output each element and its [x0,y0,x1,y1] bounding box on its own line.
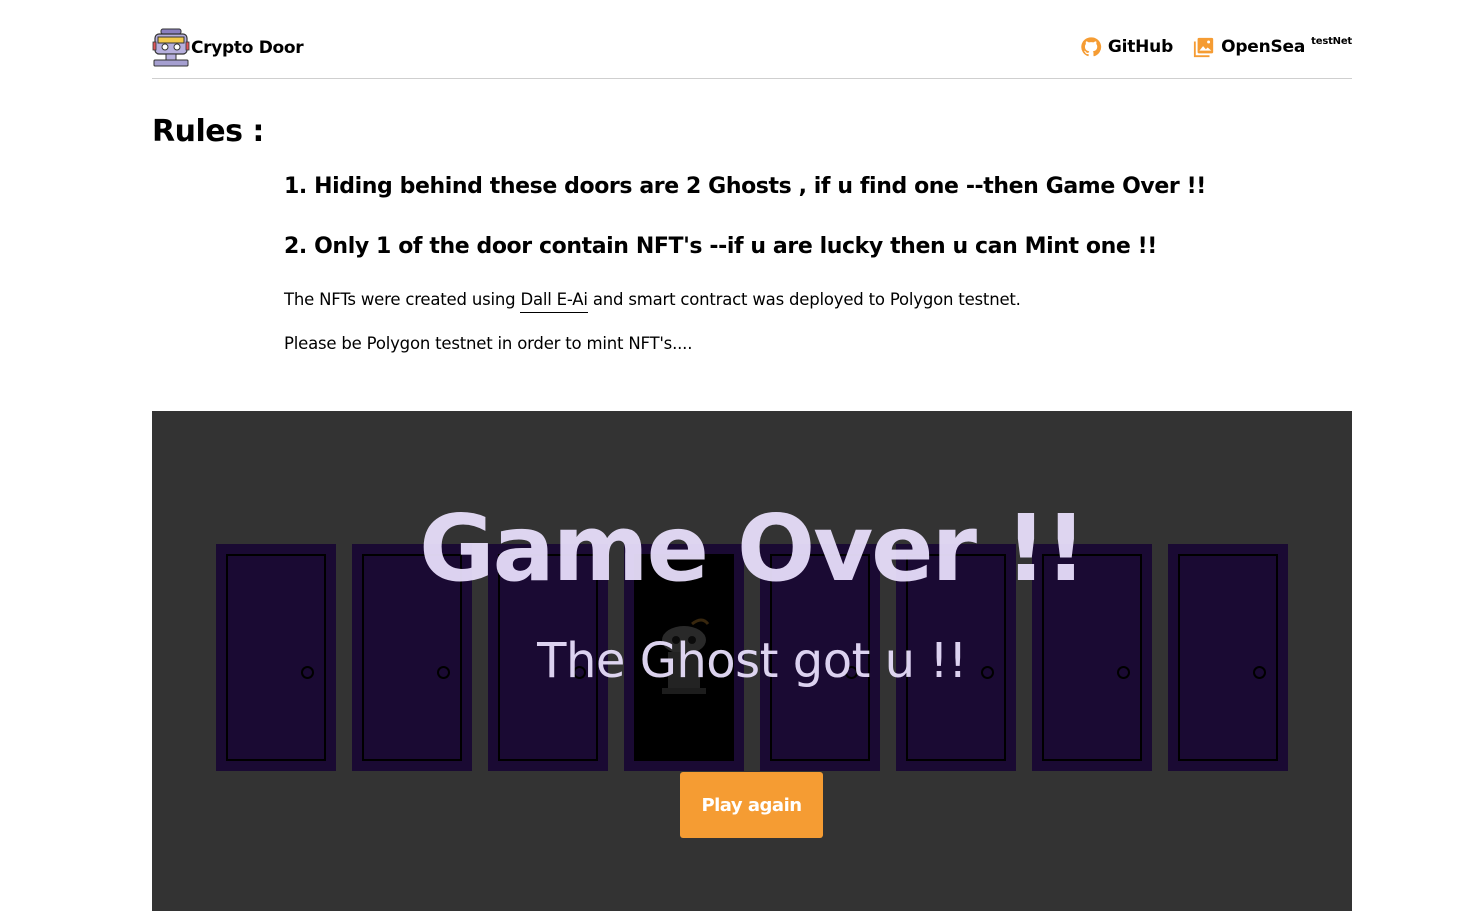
github-icon [1081,37,1102,57]
rule-1: 1. Hiding behind these doors are 2 Ghost… [284,174,1206,199]
robot-logo-icon [152,28,190,67]
nft-info-text: The NFTs were created using Dall E-Ai an… [284,290,1021,313]
brand[interactable]: Crypto Door [152,28,304,68]
dall-e-link[interactable]: Dall E-Ai [520,290,588,313]
play-again-button[interactable]: Play again [680,772,823,838]
top-navbar: Crypto Door GitHub OpenSea testNet [152,0,1352,79]
testnet-badge: testNet [1311,35,1352,47]
github-link[interactable]: GitHub [1080,36,1173,58]
rules-heading: Rules : [152,114,264,149]
network-note: Please be Polygon testnet in order to mi… [284,334,693,353]
opensea-link[interactable]: OpenSea testNet [1193,36,1352,58]
game-board: Game Over !! The Ghost got u !! Play aga… [152,411,1352,911]
nav-links: GitHub OpenSea testNet [1080,36,1352,58]
game-over-subtitle: The Ghost got u !! [537,633,967,689]
game-over-title: Game Over !! [419,495,1087,602]
nft-info-suffix: and smart contract was deployed to Polyg… [587,290,1021,309]
brand-name: Crypto Door [191,38,304,58]
nft-info-prefix: The NFTs were created using [284,290,521,309]
opensea-label: OpenSea [1221,37,1306,57]
github-label: GitHub [1107,37,1174,57]
image-gallery-icon [1193,37,1214,58]
rule-2: 2. Only 1 of the door contain NFT's --if… [284,234,1157,259]
